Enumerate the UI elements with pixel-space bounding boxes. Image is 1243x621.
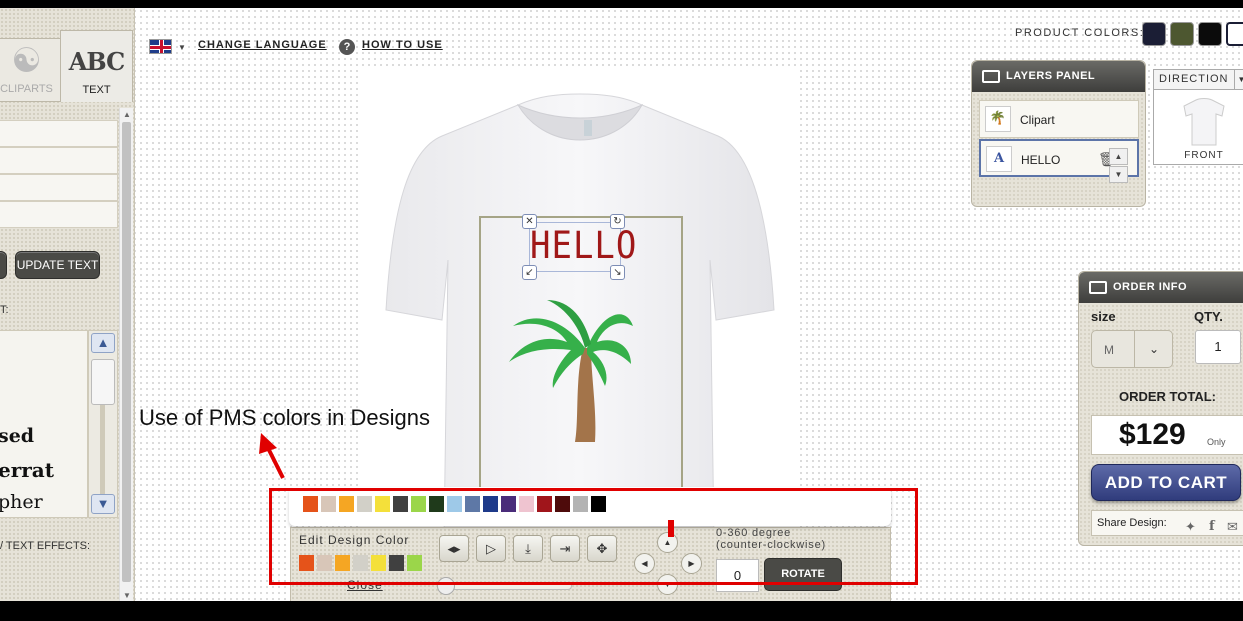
uk-flag-icon[interactable] — [149, 39, 172, 54]
layers-panel: LAYERS PANEL 🌴 Clipart A HELLO 🗑 ▲ ▼ — [971, 60, 1146, 207]
scroll-up-icon[interactable]: ▲ — [91, 333, 115, 353]
direction-panel: DIRECTION ▼ FRONT — [1153, 69, 1243, 165]
layer-down-icon[interactable]: ▼ — [1109, 166, 1128, 183]
ant-mascot-icon: ☯ — [11, 42, 42, 80]
tab-text-label: TEXT — [82, 84, 111, 96]
direction-view-label: FRONT — [1184, 150, 1224, 161]
qty-label: QTY. — [1194, 309, 1223, 324]
font-option[interactable]: errat — [0, 458, 54, 482]
layer-name: Clipart — [1020, 113, 1055, 127]
chevron-down-icon[interactable]: ⌄ — [1134, 331, 1173, 367]
order-total-box: $129 Only — [1091, 415, 1243, 455]
scroll-thumb[interactable] — [91, 359, 115, 405]
move-panel-icon — [1089, 281, 1107, 294]
text-input-row[interactable] — [0, 174, 118, 201]
font-option[interactable]: pher — [0, 491, 43, 513]
twitter-icon[interactable]: ✦ — [1185, 515, 1196, 539]
product-color-swatch[interactable] — [1226, 22, 1243, 46]
move-panel-icon — [982, 70, 1000, 83]
text-input-row[interactable] — [0, 147, 118, 174]
order-info-header[interactable]: ORDER INFO — [1079, 272, 1243, 303]
rotate-handle-icon[interactable]: ↻ — [610, 214, 625, 229]
facebook-icon[interactable]: f — [1209, 515, 1215, 539]
help-icon[interactable]: ? — [339, 39, 355, 55]
size-label: size — [1091, 309, 1116, 324]
order-info-panel: ORDER INFO size QTY. M ⌄ 1 ORDER TOTAL: … — [1078, 271, 1243, 546]
scroll-thumb[interactable] — [122, 122, 131, 582]
tab-cliparts-label: CLIPARTS — [0, 83, 53, 95]
designer-stage: ☯ CLIPARTS ABC TEXT UPDATE TEXT T: sed e… — [0, 8, 1243, 601]
layers-panel-title: LAYERS PANEL — [1006, 70, 1096, 82]
product-color-swatch[interactable] — [1142, 22, 1166, 46]
abc-icon: ABC — [68, 47, 125, 76]
text-input-row[interactable] — [0, 120, 118, 147]
layer-name: HELLO — [1021, 153, 1061, 167]
design-text-hello[interactable]: HELLO — [530, 224, 636, 268]
tshirt-front-thumbnail[interactable] — [1182, 97, 1226, 147]
text-input-row[interactable] — [0, 201, 118, 228]
change-language-link[interactable]: CHANGE LANGUAGE — [198, 39, 327, 51]
layers-panel-header[interactable]: LAYERS PANEL — [972, 61, 1145, 92]
layer-item-clipart[interactable]: 🌴 Clipart — [979, 100, 1139, 138]
add-text-button[interactable] — [0, 251, 7, 279]
product-color-swatch[interactable] — [1198, 22, 1222, 46]
delete-handle-icon[interactable]: ✕ — [522, 214, 537, 229]
font-option[interactable]: sed — [0, 425, 34, 447]
how-to-use-link[interactable]: HOW TO USE — [362, 39, 443, 51]
chevron-down-icon[interactable]: ▼ — [1234, 70, 1243, 90]
layer-up-icon[interactable]: ▲ — [1109, 148, 1128, 165]
size-select[interactable]: M ⌄ — [1091, 330, 1173, 368]
direction-select[interactable]: DIRECTION ▼ — [1154, 70, 1243, 90]
scroll-down-icon[interactable]: ▼ — [91, 494, 115, 514]
product-colors-label: PRODUCT COLORS: — [1015, 27, 1145, 39]
update-text-button[interactable]: UPDATE TEXT — [15, 251, 100, 279]
scroll-down-icon[interactable]: ▼ — [123, 591, 131, 600]
tab-text[interactable]: ABC TEXT — [60, 30, 133, 102]
font-list: sed errat pher — [0, 330, 88, 518]
order-info-title: ORDER INFO — [1113, 281, 1188, 293]
annotation-highlight-box — [269, 488, 918, 585]
tab-cliparts[interactable]: ☯ CLIPARTS — [0, 38, 61, 102]
sidebar-scrollbar[interactable]: ▲ ▼ — [119, 108, 133, 601]
product-color-swatch[interactable] — [1170, 22, 1194, 46]
share-design-bar: Share Design: ✦ f ✉ — [1091, 510, 1243, 536]
resize-handle-icon[interactable]: ↙ — [522, 265, 537, 280]
font-list-scrollbar[interactable]: ▲ ▼ — [88, 330, 118, 518]
email-icon[interactable]: ✉ — [1227, 515, 1238, 539]
add-to-cart-button[interactable]: ADD TO CART — [1091, 464, 1241, 501]
scroll-up-icon[interactable]: ▲ — [123, 110, 131, 119]
order-total-price: $129 — [1119, 418, 1186, 451]
direction-label: DIRECTION — [1159, 73, 1229, 85]
resize-handle-icon[interactable]: ↘ — [610, 265, 625, 280]
text-layer-icon: A — [986, 146, 1012, 172]
font-section-label: T: — [0, 304, 9, 316]
share-label: Share Design: — [1097, 517, 1167, 529]
order-total-label: ORDER TOTAL: — [1119, 389, 1217, 404]
price-suffix: Only — [1207, 437, 1226, 447]
left-sidebar: ☯ CLIPARTS ABC TEXT UPDATE TEXT T: sed e… — [0, 8, 135, 601]
chevron-down-icon[interactable]: ▼ — [178, 43, 186, 52]
annotation-arrow-icon — [259, 433, 285, 479]
palm-tree-clipart[interactable] — [505, 290, 635, 450]
palm-tree-icon: 🌴 — [985, 106, 1011, 132]
text-effects-label: / TEXT EFFECTS: — [0, 540, 91, 552]
size-value: M — [1104, 343, 1114, 357]
quantity-input[interactable]: 1 — [1195, 330, 1241, 364]
